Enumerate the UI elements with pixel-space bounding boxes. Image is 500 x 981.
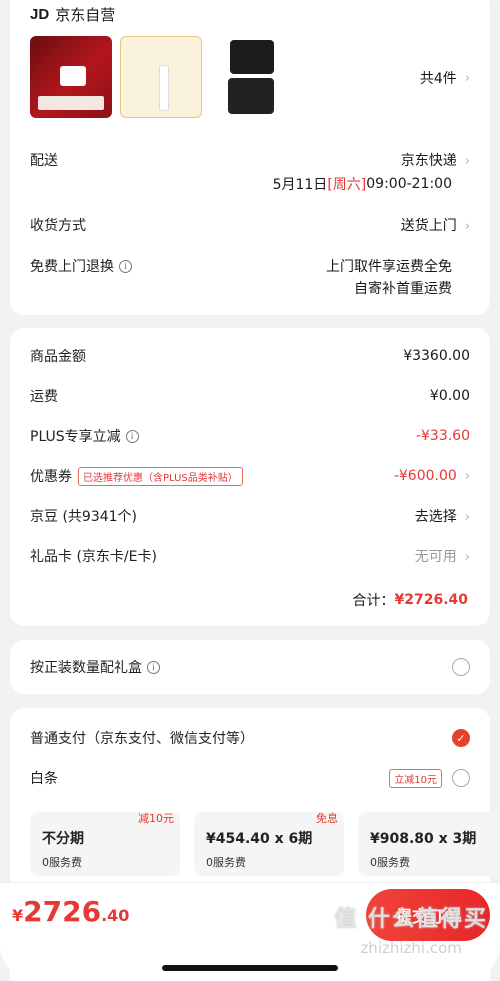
receive-method-row[interactable]: 收货方式 送货上门 › (30, 215, 470, 235)
amount-integer: 2726 (23, 895, 102, 928)
return-line-2: 自寄补首重运费 (354, 281, 452, 297)
total-row: 合计： ¥2726.40 (30, 590, 470, 610)
baitiao-radio[interactable] (452, 769, 470, 787)
plan-corner-tag: 免息 (316, 812, 338, 825)
goods-amount-row: 商品金额 ¥3360.00 (30, 346, 470, 366)
giftcard-label: 礼品卡 (京东卡/E卡) (30, 549, 157, 565)
delivery-row[interactable]: 配送 京东快递 › (30, 150, 470, 170)
total-label: 合计： (352, 593, 395, 609)
check-icon[interactable]: ✓ (452, 729, 470, 747)
coupon-tag: 已选推荐优惠（含PLUS品类补贴） (78, 466, 243, 486)
plan-corner-tag: 减10元 (138, 812, 174, 825)
return-line-1: 上门取件享运费全免 (326, 259, 452, 275)
plan-title: 不分期 (42, 831, 84, 847)
coupon-value: -¥600.00 (393, 468, 457, 484)
currency-symbol: ¥ (12, 906, 24, 925)
jd-logo: JD (30, 6, 50, 23)
chevron-right-icon: › (464, 469, 470, 484)
submit-order-button[interactable]: 提交订单 (366, 889, 490, 941)
plus-discount-value: -¥33.60 (415, 428, 470, 444)
chevron-right-icon: › (464, 154, 470, 169)
delivery-label: 配送 (30, 153, 58, 169)
giftcard-row[interactable]: 礼品卡 (京东卡/E卡) 无可用 › (30, 546, 470, 566)
giftcard-value: 无可用 (414, 549, 457, 565)
shipping-label: 运费 (30, 389, 58, 405)
store-header: JD 京东自营 (30, 4, 115, 25)
info-icon[interactable]: i (125, 429, 139, 443)
info-icon[interactable]: i (119, 259, 132, 273)
free-return-label: 免费上门退换 (30, 259, 114, 275)
amount-card: 商品金额 ¥3360.00 运费 ¥0.00 PLUS专享立减 i -¥33.6… (10, 328, 490, 626)
home-indicator (162, 965, 338, 971)
plus-discount-label: PLUS专享立减 (30, 429, 121, 445)
chevron-right-icon: › (464, 219, 470, 234)
installment-plan-3[interactable]: ¥908.80 x 3期 0服务费 (358, 812, 500, 876)
delivery-time: 09:00-21:00 (366, 176, 452, 192)
plan-fee: 0服务费 (42, 856, 82, 869)
coupon-row[interactable]: 优惠券 已选推荐优惠（含PLUS品类补贴） -¥600.00 › (30, 466, 470, 486)
delivery-weekday: [周六] (327, 177, 367, 193)
delivery-time-row: 5月11日 [周六] 09:00-21:00 (30, 174, 470, 194)
chevron-right-icon: › (464, 510, 470, 525)
delivery-date: 5月11日 (272, 177, 328, 193)
goods-amount-label: 商品金额 (30, 349, 86, 365)
giftbox-radio[interactable] (452, 658, 470, 676)
jingdou-row[interactable]: 京豆 (共9341个) 去选择 › (30, 506, 470, 526)
free-return-row: 免费上门退换 i 上门取件享运费全免 自寄补首重运费 (30, 256, 470, 300)
goods-amount-value: ¥3360.00 (403, 348, 470, 364)
order-card: JD 京东自营 共4件 › 配送 京东快递 › 5月11日 [周六] 09:00-… (10, 0, 490, 315)
delivery-carrier: 京东快递 (400, 153, 457, 169)
goods-count: 共4件 (419, 71, 457, 87)
pay-amount: ¥ 2726 .40 (12, 895, 129, 928)
jingdou-value: 去选择 (414, 509, 457, 525)
chevron-right-icon: › (464, 70, 470, 86)
submit-order-label: 提交订单 (395, 907, 460, 926)
coupon-label: 优惠券 (30, 469, 72, 485)
shipping-value: ¥0.00 (429, 388, 470, 404)
installment-plan-1[interactable]: 减10元 不分期 0服务费 (30, 812, 180, 876)
goods-count-row[interactable]: 共4件 › (30, 68, 470, 88)
jingdou-label: 京豆 (共9341个) (30, 509, 138, 525)
watermark-url: zhizhizhi.com (360, 939, 462, 957)
baitiao-label: 白条 (30, 771, 58, 787)
amount-decimal: .40 (101, 906, 130, 925)
bottom-bar: ¥ 2726 .40 提交订单 值 什么值得买 zhizhizhi.com (0, 882, 500, 981)
baitiao-tag: 立减10元 (389, 768, 442, 788)
chevron-right-icon: › (464, 550, 470, 565)
store-name: 京东自营 (55, 6, 116, 24)
baitiao-row[interactable]: 白条 立减10元 (30, 768, 470, 788)
plan-fee: 0服务费 (206, 856, 246, 869)
plan-title: ¥454.40 x 6期 (206, 831, 313, 847)
plan-title: ¥908.80 x 3期 (370, 831, 477, 847)
plus-discount-row: PLUS专享立减 i -¥33.60 (30, 426, 470, 446)
total-value: ¥2726.40 (394, 592, 468, 608)
receive-value: 送货上门 (400, 218, 457, 234)
normal-pay-row[interactable]: 普通支付（京东支付、微信支付等） ✓ (30, 728, 470, 748)
receive-label: 收货方式 (30, 218, 86, 234)
plan-fee: 0服务费 (370, 856, 410, 869)
installment-plan-2[interactable]: 免息 ¥454.40 x 6期 0服务费 (194, 812, 344, 876)
shipping-row: 运费 ¥0.00 (30, 386, 470, 406)
normal-pay-label: 普通支付（京东支付、微信支付等） (30, 731, 254, 747)
giftbox-label: 按正装数量配礼盒 (30, 660, 142, 676)
info-icon[interactable]: i (147, 660, 160, 674)
giftbox-card[interactable]: 按正装数量配礼盒 i (10, 640, 490, 694)
